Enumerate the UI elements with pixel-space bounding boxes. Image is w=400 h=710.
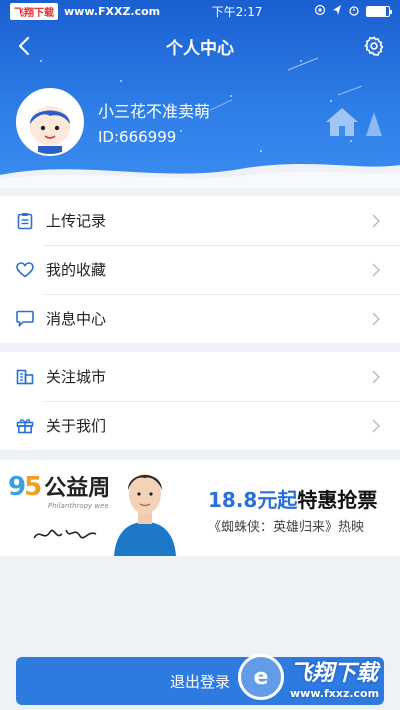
- gift-icon: [16, 417, 34, 435]
- menu-item-label: 关注城市: [46, 368, 107, 386]
- logo-text: 公益周: [44, 476, 111, 501]
- profile-info: 小三花不准卖萌 ID:666999: [98, 98, 210, 146]
- menu-item-favorites[interactable]: 我的收藏: [0, 245, 400, 294]
- profile-card[interactable]: 小三花不准卖萌 ID:666999: [16, 88, 210, 156]
- watermark-badge: 飞翔下载: [10, 2, 58, 20]
- avatar[interactable]: [16, 88, 84, 156]
- philanthropy-logo: 95 公益周 Philanthropy week: [8, 470, 113, 510]
- watermark-url-bottom: www.fxxz.com: [290, 686, 380, 700]
- watermark-logo-icon: e: [238, 654, 284, 700]
- chevron-right-icon: [372, 311, 382, 326]
- watermark-title: 飞翔下载: [290, 660, 379, 686]
- status-left: 飞翔下载 www.FXXZ.com: [10, 2, 161, 20]
- logout-label: 退出登录: [169, 672, 230, 691]
- watermark-url: www.FXXZ.com: [64, 4, 161, 18]
- location-icon: [332, 4, 342, 19]
- message-icon: [16, 310, 34, 328]
- menu-item-messages[interactable]: 消息中心: [0, 294, 400, 343]
- banner-subtitle: 《蜘蛛侠：英雄归来》热映: [208, 520, 365, 535]
- back-button[interactable]: [10, 32, 38, 60]
- watermark-overlay: e 飞翔下载 www.fxxz.com: [238, 648, 390, 706]
- nav-bar: 个人中心: [0, 22, 400, 70]
- menu-item-label: 我的收藏: [46, 261, 107, 279]
- watermark-texts: 飞翔下载 www.fxxz.com: [290, 655, 379, 700]
- banner-price: 18.8元起特惠抢票: [208, 488, 378, 512]
- chevron-right-icon: [372, 213, 382, 228]
- chevron-right-icon: [372, 369, 382, 384]
- page-title: 个人中心: [166, 38, 234, 59]
- chevron-right-icon: [372, 418, 382, 433]
- menu-group-1: 上传记录 我的收藏 消息中心: [0, 196, 400, 343]
- menu-item-label: 消息中心: [46, 310, 107, 328]
- house-icon: [326, 108, 382, 136]
- chevron-right-icon: [372, 262, 382, 277]
- user-id: ID:666999: [98, 128, 177, 146]
- gear-icon: [364, 36, 384, 57]
- heart-icon: [16, 261, 34, 279]
- orientation-lock-icon: [314, 4, 326, 19]
- username: 小三花不准卖萌: [98, 102, 211, 121]
- battery-icon: [366, 5, 392, 17]
- menu-item-followed-cities[interactable]: 关注城市: [0, 352, 400, 401]
- city-icon: [16, 368, 34, 386]
- logo-subtitle: Philanthropy week: [48, 502, 113, 510]
- menu-item-upload-records[interactable]: 上传记录: [0, 196, 400, 245]
- clipboard-icon: [16, 212, 34, 230]
- chevron-left-icon: [18, 36, 30, 56]
- settings-button[interactable]: [360, 32, 388, 60]
- alarm-icon: [348, 4, 360, 19]
- status-right: [314, 4, 392, 19]
- promo-banner[interactable]: 95 公益周 Philanthropy week 18.8元起特惠抢票 《蜘蛛侠…: [0, 460, 400, 556]
- menu-group-2: 关注城市 关于我们: [0, 352, 400, 450]
- status-bar: 飞翔下载 www.FXXZ.com 下午2:17: [0, 0, 400, 22]
- celebrity-photo: [108, 460, 182, 556]
- menu-item-label: 上传记录: [46, 212, 107, 230]
- cartoon-boy-avatar: [30, 106, 70, 154]
- status-time: 下午2:17: [211, 4, 263, 19]
- logo-number: 95: [8, 472, 42, 502]
- signature-graphic: [33, 529, 97, 539]
- menu-item-about-us[interactable]: 关于我们: [0, 401, 400, 450]
- menu-item-label: 关于我们: [46, 417, 107, 435]
